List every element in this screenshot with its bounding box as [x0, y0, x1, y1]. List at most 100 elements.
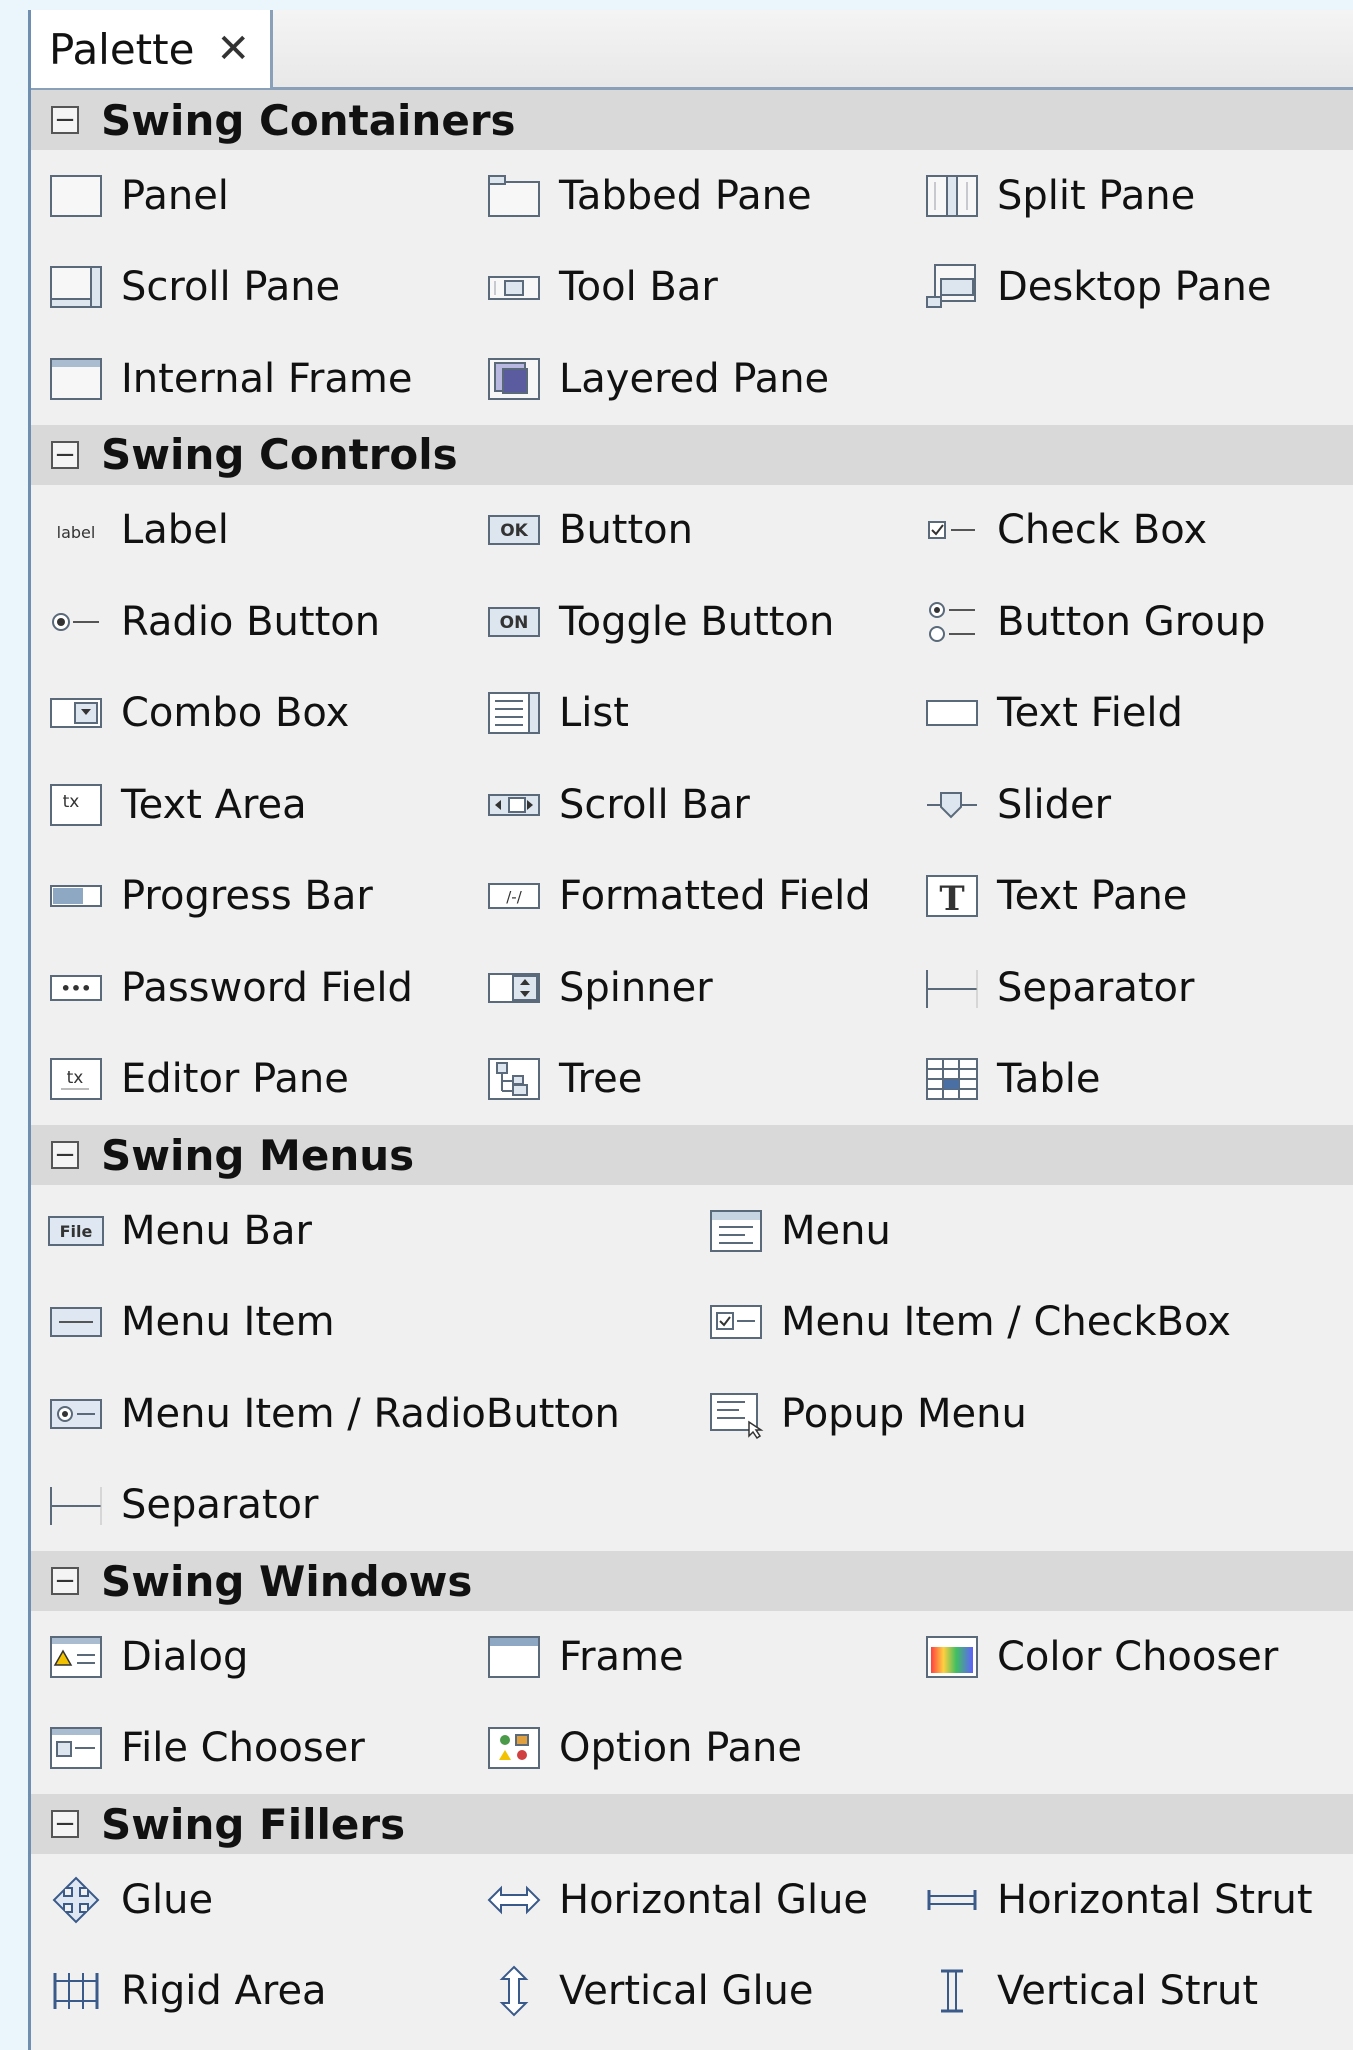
- palette-item-desktop-pane[interactable]: Desktop Pane: [907, 242, 1353, 334]
- palette-item-horizontal-strut[interactable]: Horizontal Strut: [907, 1854, 1353, 1946]
- palette-window: Palette ✕ − Swing Containers Panel Tabbed P…: [28, 10, 1353, 2050]
- palette-item-menu[interactable]: Menu: [691, 1185, 1353, 1277]
- palette-item-vertical-strut[interactable]: Vertical Strut: [907, 1946, 1353, 2038]
- svg-text:ON: ON: [500, 613, 529, 633]
- tabbed-pane-icon: [483, 170, 545, 222]
- palette-item-password-field[interactable]: ••• Password Field: [31, 942, 469, 1034]
- palette-item-internal-frame[interactable]: Internal Frame: [31, 333, 469, 425]
- palette-item-spinner[interactable]: Spinner: [469, 942, 907, 1034]
- tab-title: Palette: [49, 24, 195, 74]
- tree-icon: [483, 1053, 545, 1105]
- item-label: Toggle Button: [559, 598, 835, 645]
- category-label: Swing Fillers: [101, 1799, 406, 1849]
- palette-item-option-pane[interactable]: Option Pane: [469, 1703, 907, 1795]
- item-label: Text Field: [997, 690, 1183, 737]
- item-label: Menu: [781, 1207, 891, 1254]
- label-icon: label: [45, 504, 107, 556]
- palette-item-tool-bar[interactable]: Tool Bar: [469, 242, 907, 334]
- palette-item-menu-item-radiobutton[interactable]: Menu Item / RadioButton: [31, 1368, 691, 1460]
- palette-item-scroll-pane[interactable]: Scroll Pane: [31, 242, 469, 334]
- palette-item-glue[interactable]: Glue: [31, 1854, 469, 1946]
- item-label: Vertical Glue: [559, 1968, 814, 2015]
- palette-item-color-chooser[interactable]: Color Chooser: [907, 1611, 1353, 1703]
- palette-item-layered-pane[interactable]: Layered Pane: [469, 333, 907, 425]
- palette-item-table[interactable]: Table: [907, 1034, 1353, 1126]
- palette-item-button-group[interactable]: Button Group: [907, 576, 1353, 668]
- popup-menu-icon: [705, 1388, 767, 1440]
- palette-item-button[interactable]: OK Button: [469, 485, 907, 577]
- text-field-icon: [921, 687, 983, 739]
- category-header-swing-fillers[interactable]: − Swing Fillers: [31, 1794, 1353, 1854]
- item-label: Combo Box: [121, 690, 350, 737]
- separator-icon: [921, 962, 983, 1014]
- palette-item-menu-item-checkbox[interactable]: Menu Item / CheckBox: [691, 1277, 1353, 1369]
- category-header-swing-containers[interactable]: − Swing Containers: [31, 90, 1353, 150]
- tab-palette[interactable]: Palette ✕: [31, 10, 273, 88]
- item-label: File Chooser: [121, 1725, 365, 1772]
- item-label: Separator: [121, 1482, 319, 1529]
- palette-item-popup-menu[interactable]: Popup Menu: [691, 1368, 1353, 1460]
- collapse-icon[interactable]: −: [51, 1567, 79, 1595]
- palette-item-toggle-button[interactable]: ON Toggle Button: [469, 576, 907, 668]
- horizontal-glue-icon: [483, 1874, 545, 1926]
- item-label: Label: [121, 507, 229, 554]
- collapse-icon[interactable]: −: [51, 1810, 79, 1838]
- palette-item-editor-pane[interactable]: tx Editor Pane: [31, 1034, 469, 1126]
- palette-item-progress-bar[interactable]: Progress Bar: [31, 851, 469, 943]
- item-label: List: [559, 690, 629, 737]
- palette-item-panel[interactable]: Panel: [31, 150, 469, 242]
- item-label: Radio Button: [121, 598, 381, 645]
- menu-icon: [705, 1205, 767, 1257]
- palette-item-label[interactable]: label Label: [31, 485, 469, 577]
- item-label: Scroll Bar: [559, 781, 750, 828]
- palette-item-text-field[interactable]: Text Field: [907, 668, 1353, 760]
- palette-item-menu-item[interactable]: Menu Item: [31, 1277, 691, 1369]
- palette-item-scroll-bar[interactable]: Scroll Bar: [469, 759, 907, 851]
- item-label: Popup Menu: [781, 1390, 1027, 1437]
- palette-item-file-chooser[interactable]: File Chooser: [31, 1703, 469, 1795]
- palette-item-menu-bar[interactable]: File Menu Bar: [31, 1185, 691, 1277]
- formatted-field-icon: /-/: [483, 870, 545, 922]
- category-items-swing-fillers: Glue Horizontal Glue Horizontal Strut Rigid…: [31, 1854, 1353, 2037]
- item-label: Check Box: [997, 507, 1208, 554]
- palette-item-split-pane[interactable]: Split Pane: [907, 150, 1353, 242]
- item-label: Scroll Pane: [121, 264, 341, 311]
- palette-item-horizontal-glue[interactable]: Horizontal Glue: [469, 1854, 907, 1946]
- palette-item-list[interactable]: List: [469, 668, 907, 760]
- collapse-icon[interactable]: −: [51, 106, 79, 134]
- item-label: Split Pane: [997, 172, 1196, 219]
- palette-item-slider[interactable]: Slider: [907, 759, 1353, 851]
- category-header-swing-controls[interactable]: − Swing Controls: [31, 424, 1353, 485]
- check-box-icon: [921, 504, 983, 556]
- category-header-swing-menus[interactable]: − Swing Menus: [31, 1125, 1353, 1185]
- palette-item-check-box[interactable]: Check Box: [907, 485, 1353, 577]
- palette-item-formatted-field[interactable]: /-/ Formatted Field: [469, 851, 907, 943]
- palette-item-rigid-area[interactable]: Rigid Area: [31, 1946, 469, 2038]
- palette-item-combo-box[interactable]: Combo Box: [31, 668, 469, 760]
- progress-bar-icon: [45, 870, 107, 922]
- button-icon: OK: [483, 504, 545, 556]
- item-label: Editor Pane: [121, 1056, 349, 1103]
- palette-item-dialog[interactable]: Dialog: [31, 1611, 469, 1703]
- item-label: Menu Item / RadioButton: [121, 1390, 620, 1437]
- palette-item-radio-button[interactable]: Radio Button: [31, 576, 469, 668]
- palette-item-text-pane[interactable]: T Text Pane: [907, 851, 1353, 943]
- menu-item-checkbox-icon: [705, 1296, 767, 1348]
- scroll-bar-icon: [483, 779, 545, 831]
- palette-item-tree[interactable]: Tree: [469, 1034, 907, 1126]
- item-label: Table: [997, 1056, 1101, 1103]
- palette-item-separator[interactable]: Separator: [907, 942, 1353, 1034]
- palette-item-vertical-glue[interactable]: Vertical Glue: [469, 1946, 907, 2038]
- palette-item-frame[interactable]: Frame: [469, 1611, 907, 1703]
- category-header-swing-windows[interactable]: − Swing Windows: [31, 1551, 1353, 1611]
- svg-text:File: File: [60, 1222, 93, 1241]
- collapse-icon[interactable]: −: [51, 440, 79, 469]
- collapse-icon[interactable]: −: [51, 1141, 79, 1169]
- menu-item-icon: [45, 1296, 107, 1348]
- palette-item-separator[interactable]: Separator: [31, 1460, 691, 1552]
- palette-item-text-area[interactable]: tx Text Area: [31, 759, 469, 851]
- table-icon: [921, 1053, 983, 1105]
- palette-item-tabbed-pane[interactable]: Tabbed Pane: [469, 150, 907, 242]
- close-icon[interactable]: ✕: [216, 29, 250, 69]
- vertical-strut-icon: [921, 1965, 983, 2017]
